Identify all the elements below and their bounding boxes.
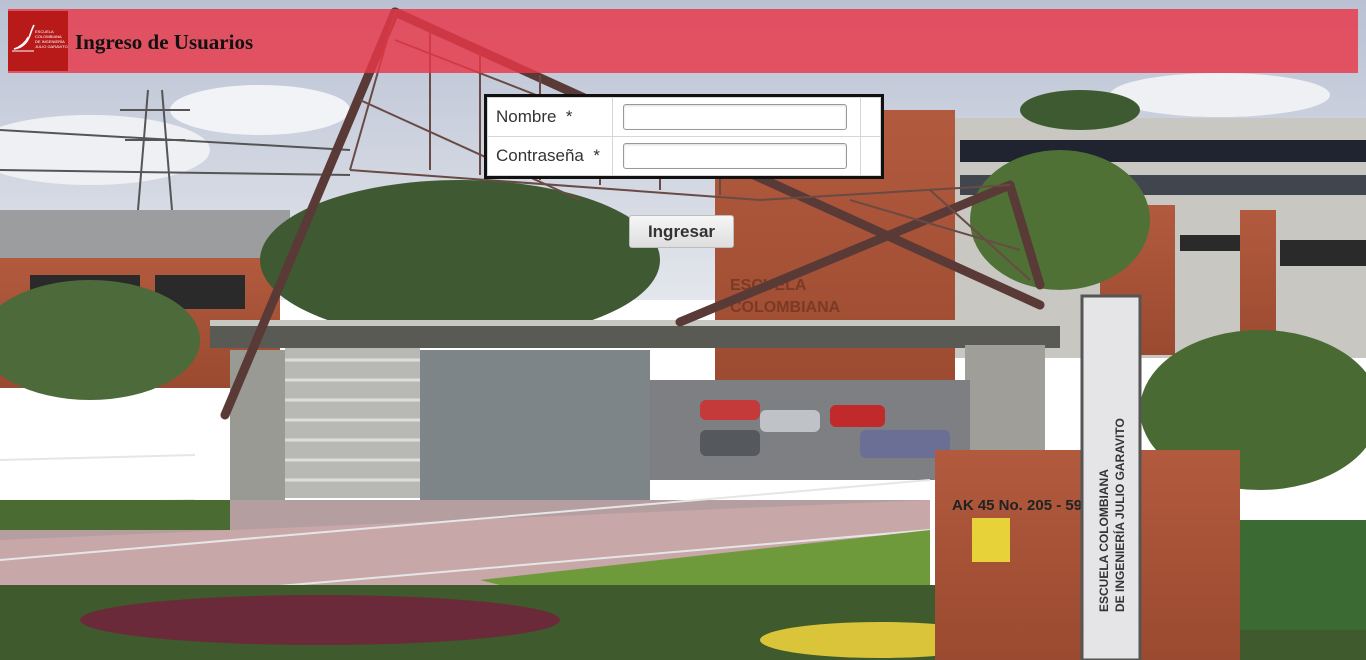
university-logo: ESCUELA COLOMBIANA DE INGENIERÍA JULIO G… <box>8 11 68 71</box>
svg-text:DE INGENIERÍA JULIO GARAVITO: DE INGENIERÍA JULIO GARAVITO <box>1112 418 1127 612</box>
nombre-required-mark: * <box>565 107 573 126</box>
university-logo-icon: ESCUELA COLOMBIANA DE INGENIERÍA JULIO G… <box>12 24 68 52</box>
svg-text:AK 45 No. 205 - 59: AK 45 No. 205 - 59 <box>952 497 1082 514</box>
nombre-label: Nombre <box>496 107 557 126</box>
form-row-contrasena: Contraseña * <box>487 136 881 176</box>
contrasena-label: Contraseña <box>496 146 584 165</box>
logo-line-4: JULIO GARAVITO <box>35 44 68 49</box>
svg-text:ESCUELA COLOMBIANA: ESCUELA COLOMBIANA <box>1097 469 1111 612</box>
login-page: ESCUELA COLOMBIANA AK 45 No. 205 - 59 ES… <box>0 0 1366 660</box>
login-form-table: Nombre * Contraseña * <box>487 97 881 176</box>
contrasena-input-cell <box>611 136 862 176</box>
page-title: Ingreso de Usuarios <box>75 29 254 54</box>
empty-cell <box>860 136 881 176</box>
ingresar-button[interactable]: Ingresar <box>629 215 734 248</box>
empty-cell <box>860 97 881 137</box>
form-row-nombre: Nombre * <box>487 97 881 137</box>
header-bar: ESCUELA COLOMBIANA DE INGENIERÍA JULIO G… <box>8 9 1358 73</box>
login-form: Nombre * Contraseña * <box>484 94 884 179</box>
contrasena-input[interactable] <box>622 143 847 169</box>
nombre-input-cell <box>611 97 862 137</box>
contrasena-required-mark: * <box>593 146 600 165</box>
svg-text:COLOMBIANA: COLOMBIANA <box>730 299 841 316</box>
nombre-input[interactable] <box>622 104 847 130</box>
nombre-label-cell: Nombre * <box>487 97 613 137</box>
contrasena-label-cell: Contraseña * <box>487 136 613 176</box>
